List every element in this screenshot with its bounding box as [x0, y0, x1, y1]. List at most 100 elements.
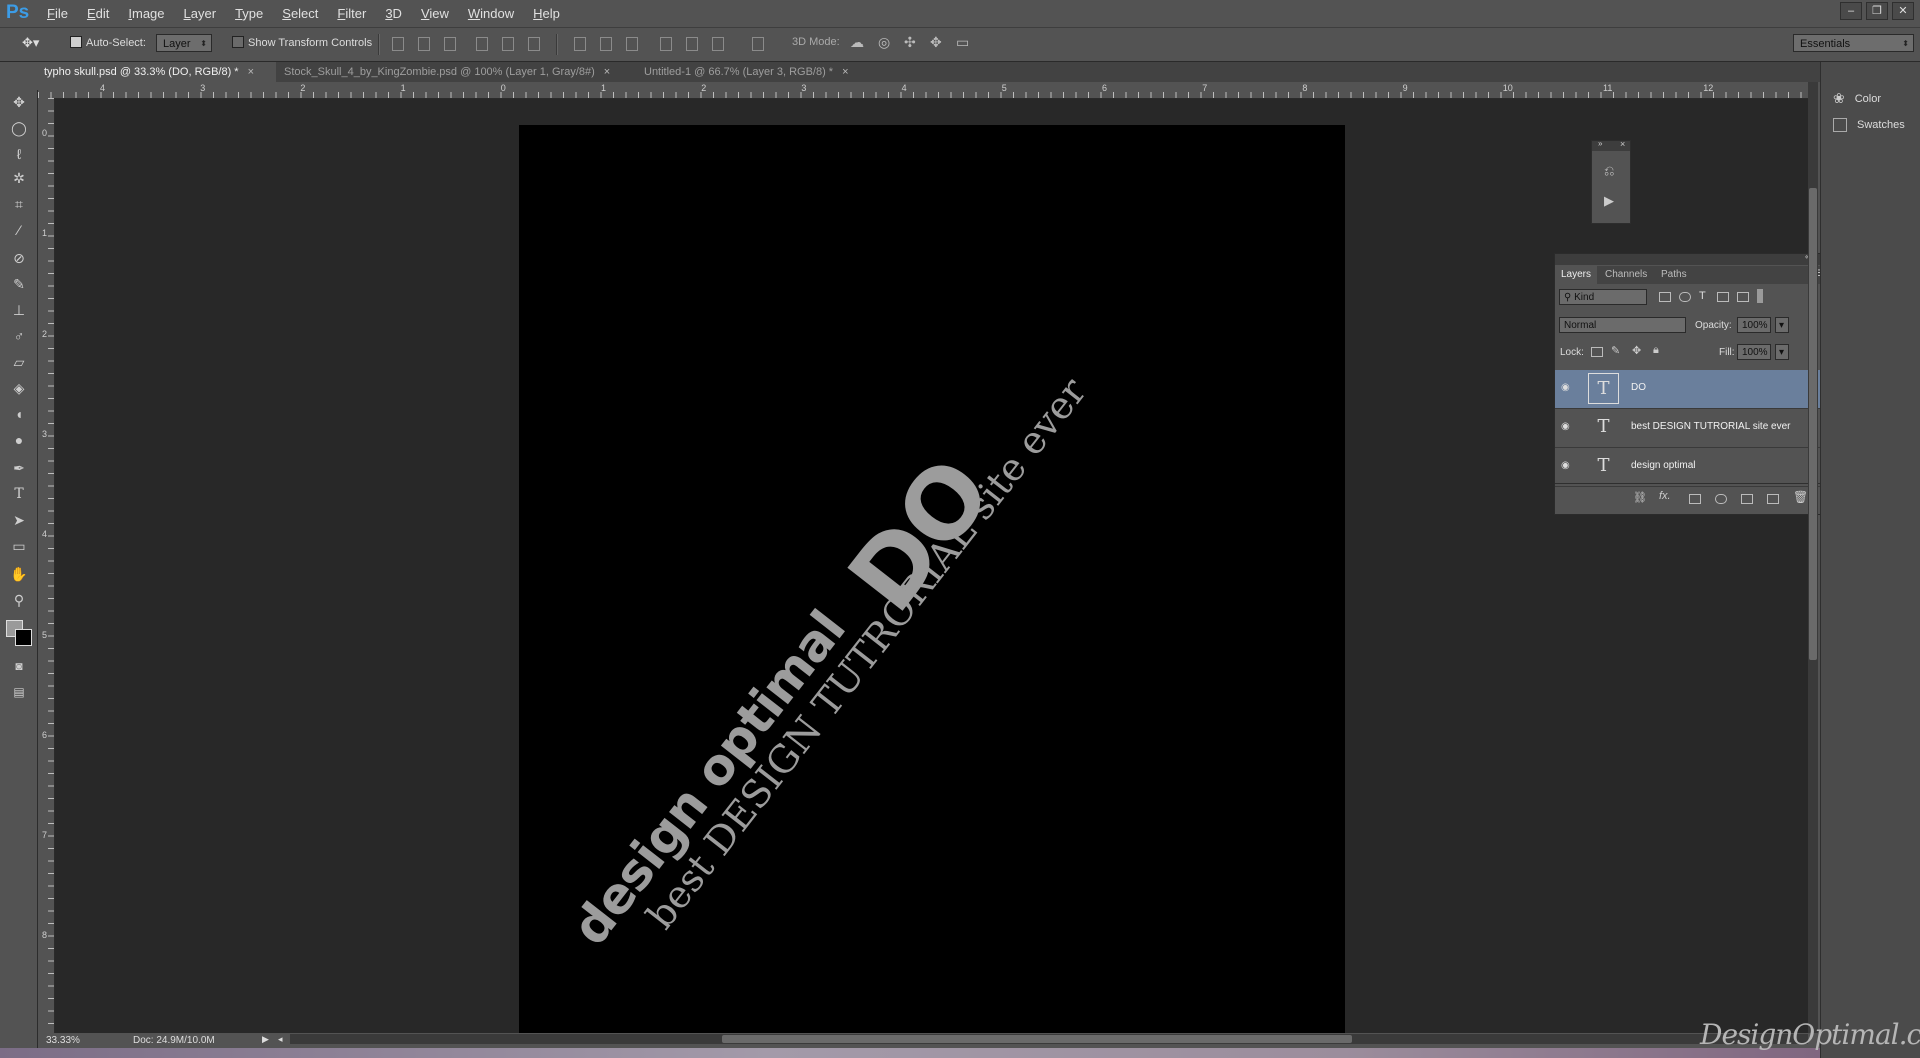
- align-right-icon[interactable]: [528, 37, 540, 51]
- tab-typho-skull[interactable]: typho skull.psd @ 33.3% (DO, RGB/8) * ×: [38, 62, 276, 82]
- horizontal-scroll-thumb[interactable]: [722, 1035, 1352, 1043]
- move-tool-icon[interactable]: ✥: [8, 92, 30, 112]
- link-layers-icon[interactable]: ⛓: [1633, 491, 1647, 504]
- layer-filter-dropdown[interactable]: ⚲ Kind: [1559, 289, 1647, 305]
- auto-select-checkbox[interactable]: Auto-Select:: [70, 36, 146, 49]
- document-canvas[interactable]: DO design optimal best DESIGN TUTRORIAL …: [519, 125, 1345, 1033]
- layer-row-do[interactable]: ◉ T DO: [1555, 370, 1820, 409]
- path-select-icon[interactable]: ➤: [8, 510, 30, 530]
- healing-brush-icon[interactable]: ⊘: [8, 248, 30, 268]
- restore-icon[interactable]: ❐: [1866, 2, 1888, 20]
- hand-tool-icon[interactable]: ✋: [8, 564, 30, 584]
- vertical-scroll-thumb[interactable]: [1809, 188, 1817, 660]
- menu-image[interactable]: Image: [128, 6, 164, 21]
- close-icon[interactable]: ✕: [1892, 2, 1914, 20]
- distribute-bottom-icon[interactable]: [626, 37, 638, 51]
- lock-transparent-icon[interactable]: [1591, 347, 1603, 357]
- menu-file[interactable]: File: [47, 6, 68, 21]
- align-vcenter-icon[interactable]: [418, 37, 430, 51]
- orbit-3d-icon[interactable]: ☁: [850, 34, 864, 51]
- menu-layer[interactable]: Layer: [184, 6, 217, 21]
- menu-window[interactable]: Window: [468, 6, 514, 21]
- tab-stock-skull[interactable]: Stock_Skull_4_by_KingZombie.psd @ 100% (…: [278, 62, 636, 82]
- distribute-vcenter-icon[interactable]: [600, 37, 612, 51]
- distribute-top-icon[interactable]: [574, 37, 586, 51]
- layer-row-design-optimal[interactable]: ◉ T design optimal: [1555, 448, 1820, 487]
- rectangle-tool-icon[interactable]: ▭: [8, 536, 30, 556]
- background-color-swatch[interactable]: [15, 629, 32, 646]
- blend-mode-dropdown[interactable]: Normal: [1559, 317, 1686, 333]
- delete-layer-icon[interactable]: 🗑︎: [1793, 490, 1808, 504]
- show-transform-checkbox[interactable]: Show Transform Controls: [232, 36, 372, 49]
- fx-icon[interactable]: fx.: [1659, 490, 1671, 502]
- slide-3d-icon[interactable]: ✥: [930, 34, 942, 51]
- screen-mode-icon[interactable]: ▤: [8, 682, 30, 702]
- paint-bucket-icon[interactable]: ◈: [8, 378, 30, 398]
- dock-swatches[interactable]: Swatches: [1833, 118, 1905, 132]
- auto-align-icon[interactable]: [752, 37, 764, 51]
- distribute-hcenter-icon[interactable]: [686, 37, 698, 51]
- quick-mask-icon[interactable]: ◙: [8, 656, 30, 676]
- layer-row-tagline[interactable]: ◉ T best DESIGN TUTRORIAL site ever: [1555, 409, 1820, 448]
- type-tool-icon[interactable]: T: [8, 484, 30, 504]
- add-mask-icon[interactable]: [1689, 494, 1701, 504]
- menu-type[interactable]: Type: [235, 6, 263, 21]
- distribute-right-icon[interactable]: [712, 37, 724, 51]
- lock-pixels-icon[interactable]: ✎: [1611, 344, 1620, 357]
- filter-type-icon[interactable]: T: [1699, 290, 1706, 302]
- brush-tool-icon[interactable]: ✎: [8, 274, 30, 294]
- play-action-icon[interactable]: ▶: [1604, 193, 1614, 209]
- menu-view[interactable]: View: [421, 6, 449, 21]
- distribute-left-icon[interactable]: [660, 37, 672, 51]
- align-bottom-icon[interactable]: [444, 37, 456, 51]
- tab-channels[interactable]: Channels: [1599, 266, 1653, 284]
- dock-color[interactable]: ❀ Color: [1833, 90, 1881, 107]
- opacity-input[interactable]: 100%: [1737, 317, 1771, 333]
- filter-pixel-icon[interactable]: [1659, 292, 1671, 302]
- zoom-tool-icon[interactable]: ⚲: [8, 590, 30, 610]
- lasso-tool-icon[interactable]: ℓ: [8, 144, 30, 164]
- new-layer-icon[interactable]: [1767, 494, 1779, 504]
- close-tab-icon[interactable]: ×: [604, 66, 610, 78]
- clone-stamp-icon[interactable]: ⊥: [8, 300, 30, 320]
- dodge-tool-icon[interactable]: ●: [8, 430, 30, 450]
- align-top-icon[interactable]: [392, 37, 404, 51]
- adjustment-layer-icon[interactable]: [1715, 494, 1727, 504]
- move-tool-preset-icon[interactable]: ✥▾: [22, 35, 39, 51]
- magic-wand-icon[interactable]: ✲: [8, 168, 30, 188]
- close-icon[interactable]: ×: [1620, 139, 1625, 149]
- visibility-eye-icon[interactable]: ◉: [1561, 460, 1573, 471]
- fill-input[interactable]: 100%: [1737, 344, 1771, 360]
- tab-paths[interactable]: Paths: [1655, 266, 1693, 284]
- visibility-eye-icon[interactable]: ◉: [1561, 421, 1573, 432]
- status-menu-arrow-icon[interactable]: ▶: [262, 1034, 269, 1045]
- opacity-slider-icon[interactable]: ▾: [1775, 317, 1789, 333]
- history-icon[interactable]: ⎌: [1604, 163, 1614, 179]
- zoom-level[interactable]: 33.33%: [46, 1035, 80, 1046]
- menu-help[interactable]: Help: [533, 6, 560, 21]
- crop-tool-icon[interactable]: ⌗: [8, 194, 30, 214]
- collapse-icon[interactable]: »: [1598, 139, 1602, 148]
- auto-select-dropdown[interactable]: Layer ⬍: [156, 34, 212, 52]
- scroll-left-arrow-icon[interactable]: ◂: [278, 1034, 283, 1045]
- menu-filter[interactable]: Filter: [337, 6, 366, 21]
- menu-edit[interactable]: Edit: [87, 6, 109, 21]
- roll-3d-icon[interactable]: ◎: [878, 34, 890, 51]
- filter-smart-object-icon[interactable]: [1737, 292, 1749, 302]
- lock-all-icon[interactable]: 🔒︎: [1653, 344, 1659, 357]
- align-hcenter-icon[interactable]: [502, 37, 514, 51]
- canvas-text-design-optimal[interactable]: design optimal: [561, 600, 856, 955]
- history-brush-icon[interactable]: ♂: [8, 326, 30, 346]
- scale-3d-icon[interactable]: ▭: [956, 34, 969, 51]
- filter-adjustment-icon[interactable]: [1679, 292, 1691, 302]
- workspace-switcher[interactable]: Essentials ⬍: [1793, 34, 1914, 52]
- close-tab-icon[interactable]: ×: [842, 66, 848, 78]
- canvas-text-tagline[interactable]: best DESIGN TUTRORIAL site ever: [638, 370, 1095, 937]
- close-tab-icon[interactable]: ×: [248, 66, 254, 78]
- fill-slider-icon[interactable]: ▾: [1775, 344, 1789, 360]
- menu-select[interactable]: Select: [282, 6, 318, 21]
- minimize-icon[interactable]: –: [1840, 2, 1862, 20]
- marquee-tool-icon[interactable]: ◯: [8, 118, 30, 138]
- eraser-tool-icon[interactable]: ▱: [8, 352, 30, 372]
- lock-position-icon[interactable]: ✥: [1632, 344, 1641, 357]
